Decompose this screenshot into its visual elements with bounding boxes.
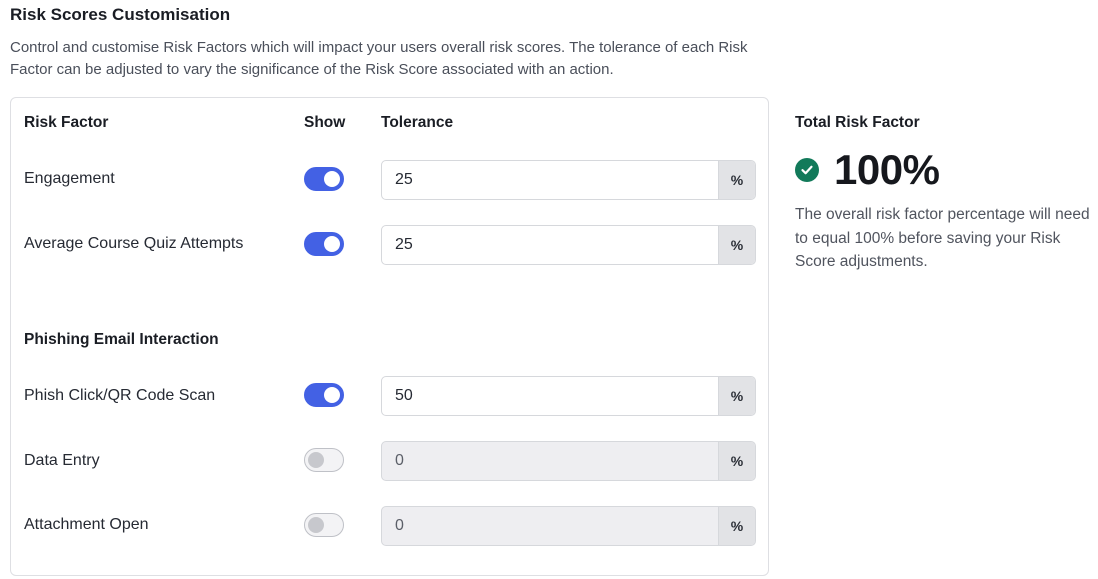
tolerance-input-phish-click[interactable] — [382, 377, 718, 415]
tolerance-field-data-entry: % — [381, 441, 756, 481]
percent-icon: % — [718, 226, 755, 264]
column-header-risk-factor: Risk Factor — [24, 114, 109, 131]
toggle-knob — [308, 517, 324, 533]
tolerance-field-average-course-quiz-attempts: % — [381, 225, 756, 265]
percent-icon: % — [718, 442, 755, 480]
show-toggle-attachment-open[interactable] — [304, 513, 344, 537]
show-toggle-data-entry[interactable] — [304, 448, 344, 472]
tolerance-input-data-entry — [382, 442, 718, 480]
show-toggle-average-course-quiz-attempts[interactable] — [304, 232, 344, 256]
checkmark-icon — [801, 165, 813, 175]
section-title-phishing-email-interaction: Phishing Email Interaction — [24, 331, 219, 348]
total-risk-factor-value: 100% — [834, 146, 940, 193]
total-risk-factor-heading: Total Risk Factor — [795, 114, 920, 131]
tolerance-input-engagement[interactable] — [382, 161, 718, 199]
tolerance-input-attachment-open — [382, 507, 718, 545]
toggle-knob — [324, 171, 340, 187]
tolerance-input-average-course-quiz-attempts[interactable] — [382, 226, 718, 264]
show-toggle-phish-click[interactable] — [304, 383, 344, 407]
toggle-knob — [324, 387, 340, 403]
row-label-phish-click: Phish Click/QR Code Scan — [24, 387, 216, 404]
show-toggle-engagement[interactable] — [304, 167, 344, 191]
check-circle-icon — [795, 158, 819, 182]
row-label-attachment-open: Attachment Open — [24, 516, 149, 533]
page-description: Control and customise Risk Factors which… — [10, 39, 748, 78]
risk-scores-page: Risk Scores Customisation Control and cu… — [0, 0, 1098, 579]
percent-icon: % — [718, 377, 755, 415]
tolerance-field-engagement: % — [381, 160, 756, 200]
row-label-data-entry: Data Entry — [24, 452, 100, 469]
percent-icon: % — [718, 161, 755, 199]
page-title: Risk Scores Customisation — [10, 5, 231, 24]
column-header-tolerance: Tolerance — [381, 114, 454, 131]
toggle-knob — [308, 452, 324, 468]
percent-icon: % — [718, 507, 755, 545]
toggle-knob — [324, 236, 340, 252]
column-header-show: Show — [304, 114, 346, 131]
tolerance-field-attachment-open: % — [381, 506, 756, 546]
total-risk-factor-note: The overall risk factor percentage will … — [795, 206, 1090, 270]
tolerance-field-phish-click: % — [381, 376, 756, 416]
row-label-average-course-quiz-attempts: Average Course Quiz Attempts — [24, 235, 244, 252]
row-label-engagement: Engagement — [24, 170, 115, 187]
